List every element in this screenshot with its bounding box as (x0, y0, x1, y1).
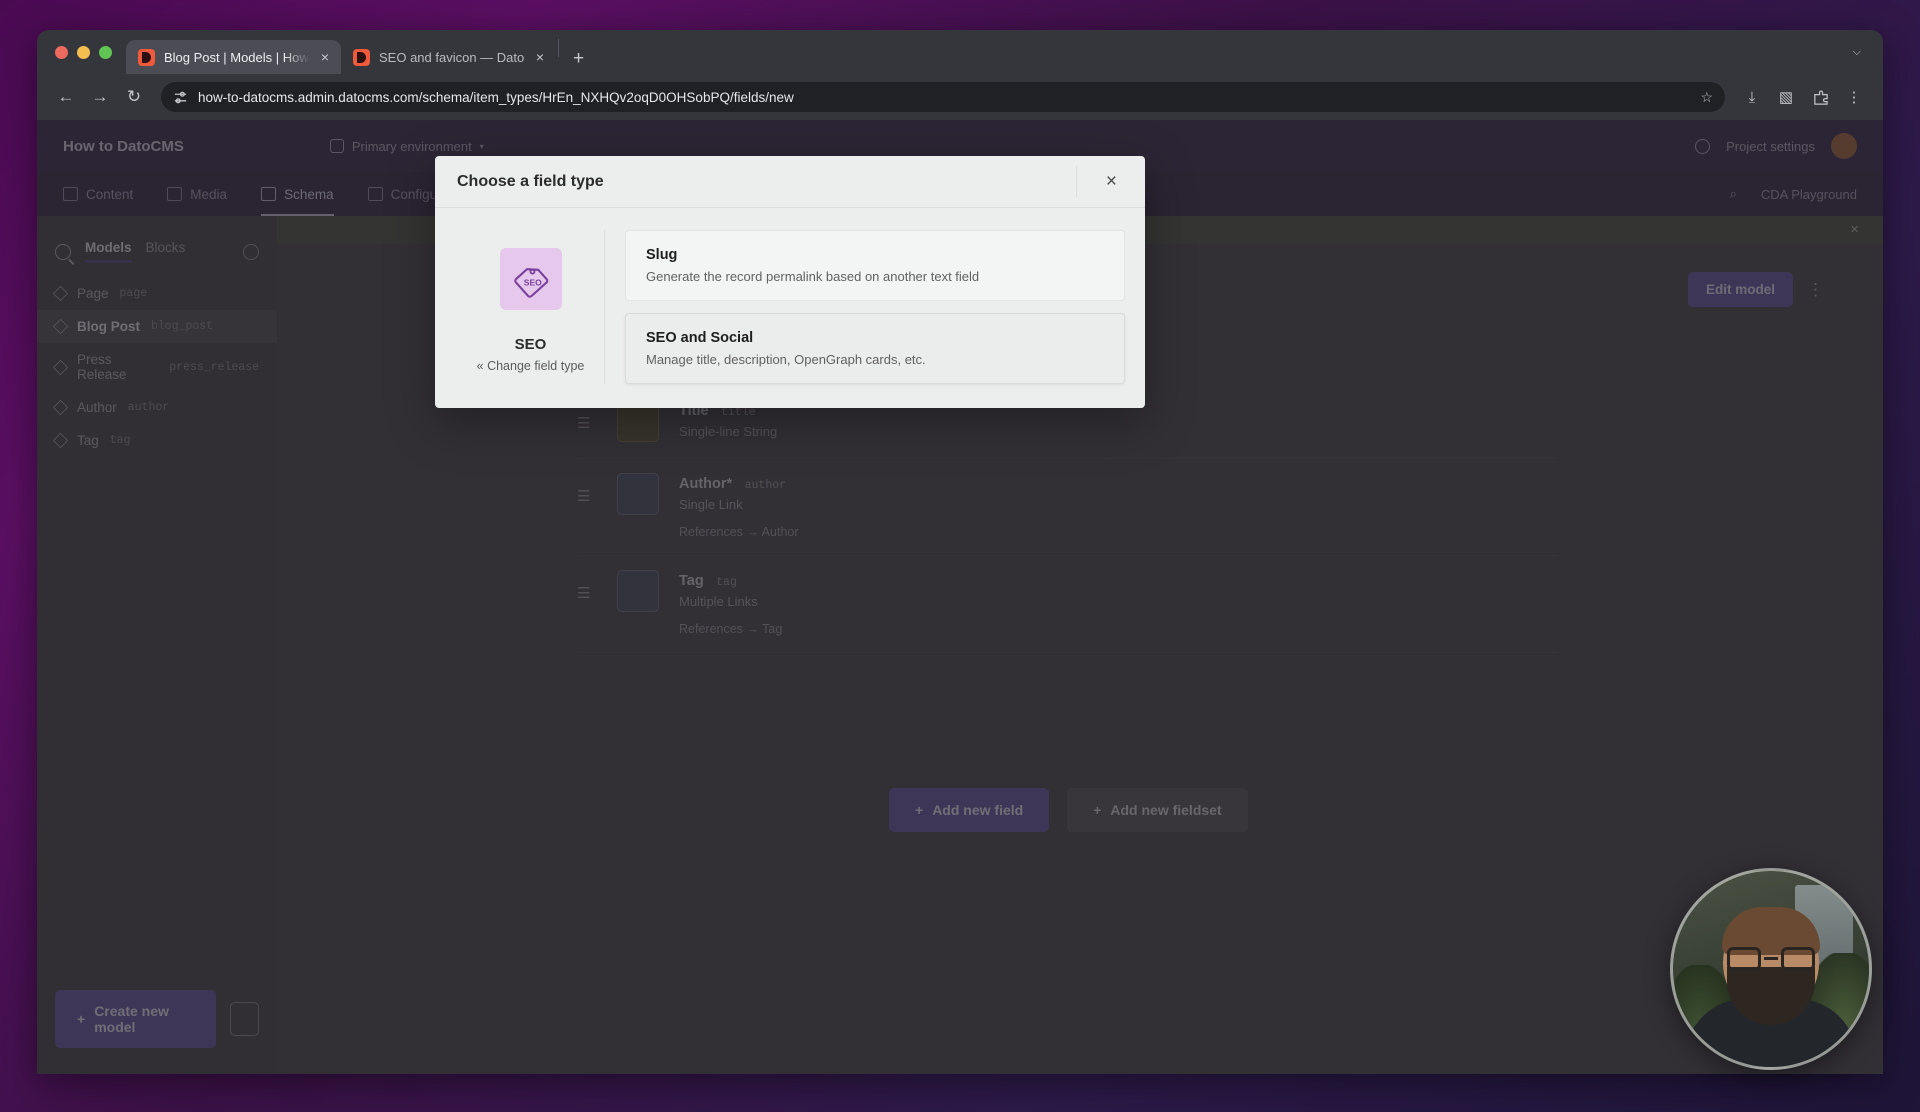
option-description: Manage title, description, OpenGraph car… (646, 352, 926, 367)
field-type-name: SEO (514, 336, 547, 353)
close-icon[interactable]: × (1100, 166, 1123, 197)
maximize-window-button[interactable] (99, 45, 112, 59)
url-text: how-to-datocms.admin.datocms.com/schema/… (198, 89, 794, 105)
browser-tab-2[interactable]: SEO and favicon — DatoCMS × (341, 40, 556, 74)
presenter-glasses-left (1727, 947, 1761, 971)
modal-header: Choose a field type × (435, 156, 1145, 208)
field-type-options: Slug Generate the record permalink based… (605, 230, 1125, 384)
presenter-glasses-bridge (1764, 957, 1778, 960)
divider (1076, 166, 1077, 197)
tab-title: Blog Post | Models | How to D (164, 49, 310, 65)
close-window-button[interactable] (55, 45, 68, 59)
forward-button[interactable]: → (85, 82, 115, 112)
minimize-window-button[interactable] (77, 45, 90, 59)
presenter-webcam (1670, 868, 1872, 1070)
back-button[interactable]: ← (51, 82, 81, 112)
tab-title: SEO and favicon — DatoCMS (379, 49, 525, 65)
browser-window: Blog Post | Models | How to D × SEO and … (37, 30, 1883, 1074)
datocms-favicon-icon (138, 48, 155, 66)
option-title: SEO and Social (646, 330, 754, 346)
option-slug[interactable]: Slug Generate the record permalink based… (625, 230, 1125, 301)
tab-close-icon[interactable]: × (534, 50, 546, 64)
svg-text:SEO: SEO (523, 277, 541, 287)
downloads-icon[interactable]: ⤓ (1737, 82, 1767, 112)
browser-tab-1[interactable]: Blog Post | Models | How to D × (126, 40, 341, 74)
modal-title: Choose a field type (457, 172, 604, 190)
address-bar[interactable]: how-to-datocms.admin.datocms.com/schema/… (161, 82, 1725, 112)
browser-menu-icon[interactable]: ⋮ (1839, 82, 1869, 112)
page-viewport: How to DatoCMS Primary environment ▾ Pro… (37, 120, 1883, 1074)
option-seo-and-social[interactable]: SEO and Social Manage title, description… (625, 313, 1125, 384)
modal-body: SEO SEO « Change field type Slug Generat… (435, 208, 1145, 408)
tab-divider (558, 39, 559, 57)
option-title: Slug (646, 247, 678, 263)
tab-strip-right: ⌵ (1845, 30, 1883, 74)
selected-field-type-panel: SEO SEO « Change field type (457, 230, 605, 384)
chevron-down-icon[interactable]: ⌵ (1845, 42, 1869, 63)
tab-close-icon[interactable]: × (319, 50, 331, 64)
window-traffic-lights[interactable] (51, 30, 126, 74)
side-panel-icon[interactable]: ▧ (1771, 82, 1801, 112)
option-description: Generate the record permalink based on a… (646, 269, 980, 284)
reload-button[interactable]: ↻ (119, 82, 149, 112)
browser-toolbar: ← → ↻ how-to-datocms.admin.datocms.com/s… (37, 74, 1883, 120)
site-settings-icon[interactable] (173, 90, 188, 105)
bookmark-star-icon[interactable]: ☆ (1700, 89, 1713, 106)
datocms-favicon-icon (353, 48, 370, 66)
new-tab-button[interactable]: + (561, 49, 596, 74)
presenter-glasses-right (1781, 947, 1815, 971)
choose-field-type-modal: Choose a field type × SEO SEO « Change f… (435, 156, 1145, 408)
change-field-type-link[interactable]: « Change field type (477, 359, 585, 373)
tab-strip: Blog Post | Models | How to D × SEO and … (37, 30, 1883, 74)
extensions-icon[interactable] (1805, 82, 1835, 112)
seo-tag-icon: SEO (499, 248, 562, 310)
